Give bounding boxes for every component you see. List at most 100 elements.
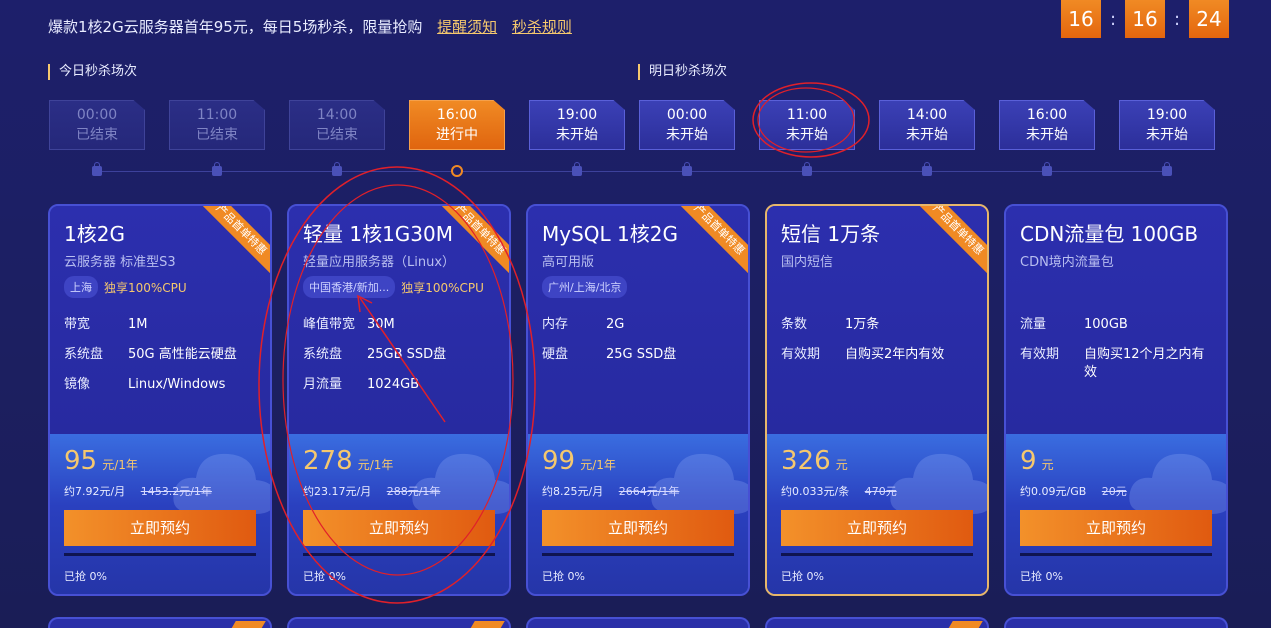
countdown-minutes: 16 [1125,0,1165,38]
time-slot[interactable]: 11:00 已结束 [169,100,265,150]
sold-label: 已抢 0% [781,570,824,583]
spec-value: 25G SSD盘 [606,347,677,362]
price: 95 元/1年 [64,446,138,476]
price: 278 元/1年 [303,446,393,476]
price-unit: 元 [1041,458,1054,472]
timeline-track [96,171,1168,172]
product-card: 产品首单特惠 MySQL 1核2G 高可用版 广州/上海/北京 内存 2G 硬盘… [526,204,750,596]
price: 9 元 [1020,446,1054,476]
next-row-card [287,617,511,628]
slot-time: 14:00 [316,107,358,123]
time-slot[interactable]: 11:00 未开始 [759,100,855,150]
time-slot[interactable]: 14:00 未开始 [879,100,975,150]
promo-banner: 爆款1核2G云服务器首年95元，每日5场秒杀，限量抢购 提醒须知 秒杀规则 [48,16,572,37]
spec-key: 月流量 [303,377,343,392]
lock-icon [212,162,222,176]
spec-row: 月流量 1024GB [303,376,499,394]
price-value: 9 [1020,446,1037,476]
monthly-price: 约0.09元/GB [1020,485,1087,498]
card-title: MySQL 1核2G [542,222,678,246]
time-slot[interactable]: 14:00 已结束 [289,100,385,150]
lock-icon [1162,162,1172,176]
monthly-price: 约23.17元/月 [303,485,372,498]
spec-key: 有效期 [1020,347,1060,362]
promo-text: 爆款1核2G云服务器首年95元，每日5场秒杀，限量抢购 [48,18,423,36]
price-value: 278 [303,446,353,476]
countdown-separator: : [1109,8,1117,30]
spec-row: 系统盘 25GB SSD盘 [303,346,499,364]
reserve-button[interactable]: 立即预约 [542,510,734,546]
slot-time: 11:00 [196,107,238,123]
product-card: CDN流量包 100GB CDN境内流量包 流量 100GB 有效期 自购买12… [1004,204,1228,596]
monthly-price: 约8.25元/月 [542,485,604,498]
time-slot[interactable]: 00:00 未开始 [639,100,735,150]
original-price: 1453.2元/1年 [140,485,212,498]
card-tags: 上海 独享100%CPU [64,276,187,298]
time-slot[interactable]: 16:00 进行中 [409,100,505,150]
slot-status: 已结束 [316,127,358,143]
slot-status: 未开始 [1146,127,1188,143]
spec-key: 有效期 [781,347,821,362]
spec-row: 流量 100GB [1020,316,1216,334]
sold-progress-bar [64,553,256,556]
card-tags: 中国香港/新加... 独享100%CPU [303,276,484,298]
sub-price: 约0.033元/条 470元 [781,483,897,499]
time-slot[interactable]: 00:00 已结束 [49,100,145,150]
sold-progress-bar [1020,553,1212,556]
reserve-button[interactable]: 立即预约 [781,510,973,546]
spec-list: 带宽 1M 系统盘 50G 高性能云硬盘 镜像 Linux/Windows [64,316,260,406]
spec-list: 峰值带宽 30M 系统盘 25GB SSD盘 月流量 1024GB [303,316,499,406]
spec-value: 2G [606,317,625,332]
spec-key: 流量 [1020,317,1047,332]
spec-value: 自购买2年内有效 [845,347,945,362]
sold-progress-bar [542,553,734,556]
countdown-hours: 16 [1061,0,1101,38]
spec-key: 带宽 [64,317,91,332]
time-slot[interactable]: 19:00 未开始 [1119,100,1215,150]
next-row-card [765,617,989,628]
spec-row: 镜像 Linux/Windows [64,376,260,394]
slot-time: 14:00 [906,107,948,123]
lock-icon [802,162,812,176]
original-price: 470元 [864,485,897,498]
spec-row: 内存 2G [542,316,738,334]
spec-row: 系统盘 50G 高性能云硬盘 [64,346,260,364]
spec-value: 100GB [1084,317,1128,332]
card-subtitle: 云服务器 标准型S3 [64,255,176,270]
reserve-button[interactable]: 立即预约 [64,510,256,546]
price-unit: 元/1年 [580,458,616,472]
price-unit: 元/1年 [357,458,394,472]
rules-link[interactable]: 秒杀规则 [512,18,572,36]
reserve-button[interactable]: 立即预约 [1020,510,1212,546]
cpu-highlight: 独享100%CPU [104,280,187,295]
slot-time: 19:00 [1146,107,1188,123]
time-slot[interactable]: 19:00 未开始 [529,100,625,150]
price: 99 元/1年 [542,446,616,476]
sold-label: 已抢 0% [303,570,346,583]
spec-key: 系统盘 [303,347,343,362]
price-value: 326 [781,446,831,476]
card-subtitle: CDN境内流量包 [1020,255,1114,270]
notice-link[interactable]: 提醒须知 [437,18,497,36]
spec-key: 系统盘 [64,347,104,362]
lock-icon [1042,162,1052,176]
countdown-timer: 16 : 16 : 24 [1061,0,1229,38]
reserve-button[interactable]: 立即预约 [303,510,495,546]
cloud-icon [890,453,987,514]
card-tags: 广州/上海/北京 [542,276,628,298]
price-value: 99 [542,446,576,476]
spec-key: 内存 [542,317,569,332]
lock-icon [682,162,692,176]
time-slot[interactable]: 16:00 未开始 [999,100,1095,150]
tomorrow-section-title: 明日秒杀场次 [638,64,727,80]
slot-time: 00:00 [666,107,708,123]
sold-progress-bar [303,553,495,556]
original-price: 2664元/1年 [618,485,680,498]
spec-value: 1M [128,317,148,332]
price: 326 元 [781,446,848,476]
countdown-seconds: 24 [1189,0,1229,38]
sold-progress-bar [781,553,973,556]
region-tag: 广州/上海/北京 [542,276,628,298]
cloud-icon [173,453,270,514]
card-subtitle: 轻量应用服务器（Linux） [303,255,456,270]
